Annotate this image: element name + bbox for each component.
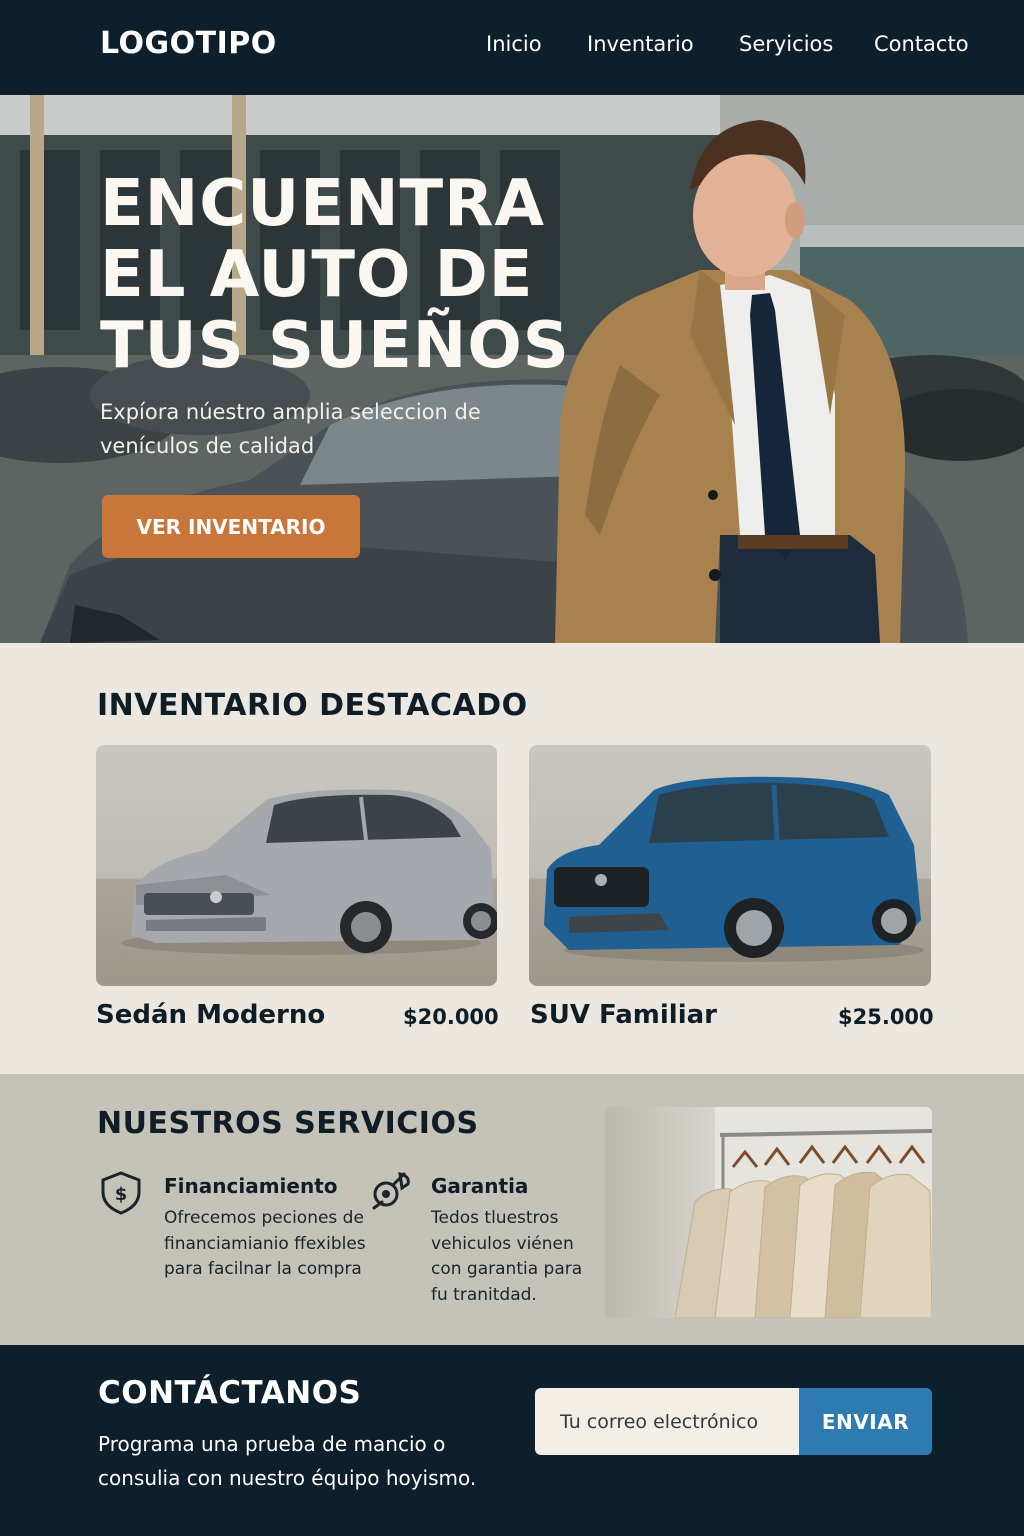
- suv-illustration: [544, 776, 924, 962]
- view-inventory-button[interactable]: VER INVENTARIO: [102, 495, 360, 558]
- clothing-rack-illustration: [674, 1107, 932, 1318]
- financing-title: Financiamiento: [164, 1174, 338, 1198]
- shield-dollar-icon: $: [101, 1171, 141, 1215]
- suv-name: SUV Familiar: [530, 1000, 717, 1030]
- sedan-name: Sedán Moderno: [96, 1000, 326, 1030]
- contact-title: CONTÁCTANOS: [98, 1375, 362, 1411]
- nav-link-contacto[interactable]: Contacto: [874, 32, 969, 56]
- financing-text: Ofrecemos peciones de financiamianio ffe…: [164, 1208, 366, 1279]
- wrench-gear-icon: [372, 1172, 410, 1210]
- hero-title-line-3: TUS SUEÑOS: [100, 309, 570, 383]
- contact-section: CONTÁCTANOS Programa una prueba de manci…: [0, 1345, 1024, 1536]
- nav-link-servicios[interactable]: Seryicios: [739, 32, 833, 56]
- warranty-text: Tedos tluestros vehiculos viénen con gar…: [431, 1208, 583, 1305]
- nav-link-inventario[interactable]: Inventario: [587, 32, 694, 56]
- inventory-title: INVENTARIO DESTACADO: [97, 688, 528, 723]
- hero-title-line-1: ENCUENTRA: [100, 167, 545, 241]
- svg-text:$: $: [115, 1184, 128, 1205]
- hero-section: ENCUENTRA EL AUTO DE TUS SUEÑOS Expíora …: [0, 95, 1024, 643]
- sedan-image[interactable]: [96, 745, 497, 986]
- main-nav: Inicio Inventario Seryicios Contacto: [0, 32, 1024, 60]
- warranty-title: Garantia: [431, 1174, 529, 1198]
- hero-title: ENCUENTRA EL AUTO DE TUS SUEÑOS: [100, 169, 570, 382]
- clothing-rack-image: [605, 1107, 932, 1318]
- email-input[interactable]: [535, 1388, 799, 1455]
- hero-title-line-2: EL AUTO DE: [100, 238, 534, 312]
- sedan-illustration: [121, 789, 497, 955]
- services-section: NUESTROS SERVICIOS $ Financiamiento Ofre…: [0, 1074, 1024, 1345]
- site-header: LOGOTIPO Inicio Inventario Seryicios Con…: [0, 0, 1024, 95]
- suv-image[interactable]: [529, 745, 931, 986]
- suv-price: $25.000: [838, 1005, 934, 1029]
- sedan-price: $20.000: [403, 1005, 499, 1029]
- send-button[interactable]: ENVIAR: [799, 1388, 932, 1455]
- hero-subtitle: Expíora núestro amplia seleccion de vení…: [100, 400, 481, 458]
- featured-inventory-section: INVENTARIO DESTACADO Sedán Moderno $20.0…: [0, 643, 1024, 1074]
- services-title: NUESTROS SERVICIOS: [97, 1106, 479, 1141]
- contact-text: Programa una prueba de mancio o consulia…: [98, 1432, 477, 1490]
- nav-link-inicio[interactable]: Inicio: [486, 32, 542, 56]
